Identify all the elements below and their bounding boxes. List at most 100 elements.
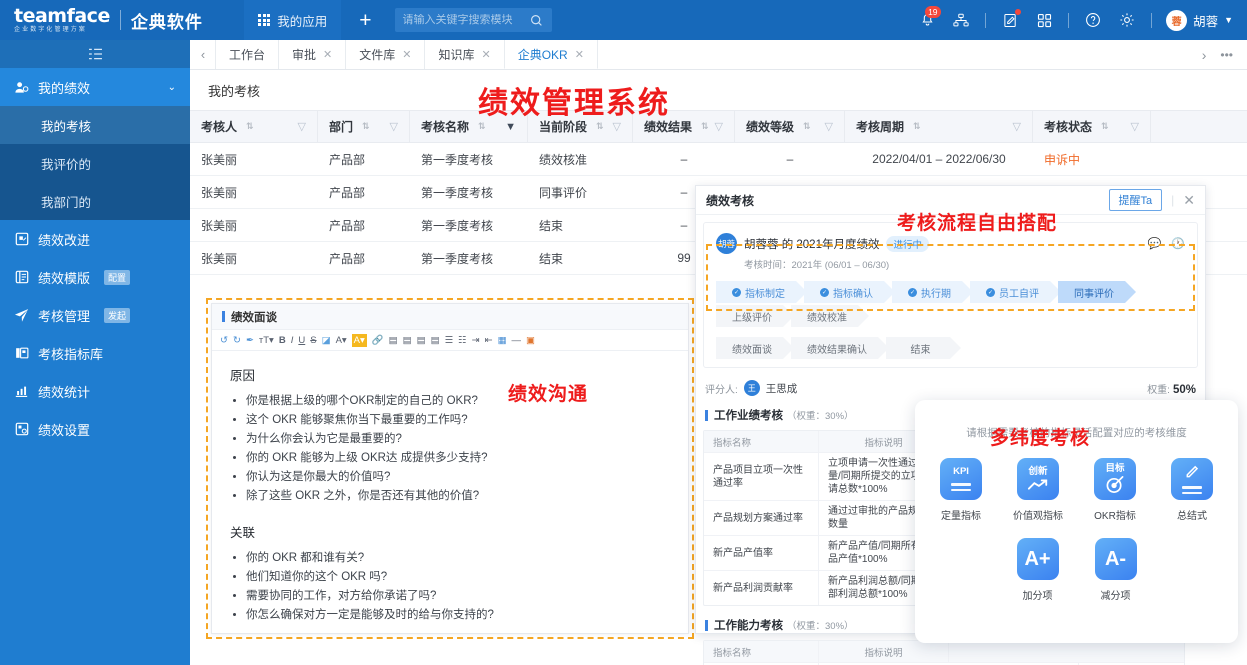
sidebar-item-performance-settings[interactable]: 绩效设置 [0, 410, 190, 448]
tab-file-library[interactable]: 文件库 ✕ [345, 40, 425, 69]
sidebar-item-performance-improvement[interactable]: 绩效改进 [0, 220, 190, 258]
tab-knowledge-base[interactable]: 知识库 ✕ [424, 40, 504, 69]
step-calibration[interactable]: 绩效校准 [791, 305, 858, 327]
column-header-department[interactable]: 部门 ⇅ ▽ [318, 111, 410, 142]
sidebar-tag-config[interactable]: 配置 [104, 270, 130, 285]
add-app-button[interactable]: + [341, 10, 389, 31]
sort-icon[interactable]: ⇅ [478, 121, 486, 132]
dimension-bonus[interactable]: A+ 加分项 [1012, 538, 1064, 602]
close-icon[interactable]: ✕ [1183, 192, 1195, 209]
editor-toolbar[interactable]: ↺ ↻ ✒ ᴛT▾ B I U S ◪ A▾ A▾ 🔗 ▤ ▤ ▤ ▤ ☰ ☷ … [212, 330, 688, 351]
format-painter-icon[interactable]: ✒ [246, 334, 254, 347]
sidebar-group-my-performance[interactable]: 我的绩效 ⌄ [0, 68, 190, 106]
step-self-evaluation[interactable]: ✓员工自评 [970, 281, 1050, 303]
dimension-quantitative[interactable]: KPI 定量指标 [935, 458, 987, 522]
sort-icon[interactable]: ⇅ [1101, 121, 1109, 132]
redo-icon[interactable]: ↻ [233, 334, 241, 347]
step-result-confirm[interactable]: 绩效结果确认 [791, 337, 878, 359]
comment-icon[interactable]: 💬 [1148, 237, 1162, 250]
step-indicator-confirm[interactable]: ✓指标确认 [804, 281, 884, 303]
strikethrough-icon[interactable]: S [310, 334, 316, 347]
justify-icon[interactable]: ▤ [431, 334, 440, 347]
image-icon[interactable]: ▦ [498, 334, 507, 347]
column-header-grade[interactable]: 绩效等级 ⇅ ▽ [735, 111, 845, 142]
align-center-icon[interactable]: ▤ [403, 334, 412, 347]
sort-icon[interactable]: ⇅ [701, 121, 709, 132]
sidebar-item-performance-template[interactable]: 绩效模版 配置 [0, 258, 190, 296]
hr-icon[interactable]: — [512, 334, 522, 347]
ordered-list-icon[interactable]: ☰ [445, 334, 454, 347]
column-header-status[interactable]: 考核状态 ⇅ ▽ [1033, 111, 1151, 142]
sidebar-tag-launch[interactable]: 发起 [104, 308, 130, 323]
search-input[interactable] [402, 14, 530, 26]
tabs-more-button[interactable]: ••• [1220, 48, 1233, 62]
sidebar-item-my-department[interactable]: 我部门的 [0, 182, 190, 220]
user-menu[interactable]: 蓉 胡蓉 ▼ [1166, 10, 1233, 31]
filter-icon[interactable]: ▽ [715, 120, 723, 133]
align-right-icon[interactable]: ▤ [417, 334, 426, 347]
sort-icon[interactable]: ⇅ [913, 121, 921, 132]
outdent-icon[interactable]: ⇤ [485, 334, 493, 347]
close-icon[interactable]: ✕ [402, 48, 411, 61]
align-left-icon[interactable]: ▤ [389, 334, 398, 347]
tab-workbench[interactable]: 工作台 [215, 40, 279, 69]
column-header-period[interactable]: 考核周期 ⇅ ▽ [845, 111, 1033, 142]
apps-grid-button[interactable] [1034, 10, 1054, 30]
filter-icon[interactable]: ▽ [1013, 120, 1021, 133]
step-execution-period[interactable]: ✓执行期 [892, 281, 962, 303]
close-icon[interactable]: ✕ [482, 48, 491, 61]
step-indicator-setting[interactable]: ✓指标制定 [716, 281, 796, 303]
column-header-person[interactable]: 考核人 ⇅ ▽ [190, 111, 318, 142]
highlight-icon[interactable]: A▾ [352, 334, 367, 347]
step-manager-evaluation[interactable]: 上级评价 [716, 305, 783, 327]
dimension-values[interactable]: 创新 价值观指标 [1012, 458, 1064, 522]
filter-icon[interactable]: ▽ [825, 120, 833, 133]
editor-body[interactable]: 原因 你是根据上级的哪个OKR制定的自己的 OKR? 这个 OKR 能够聚焦你当… [212, 351, 688, 647]
eraser-icon[interactable]: ◪ [322, 334, 331, 347]
sidebar-item-indicator-library[interactable]: 考核指标库 [0, 334, 190, 372]
compose-button[interactable] [1000, 10, 1020, 30]
tab-qidian-okr[interactable]: 企典OKR ✕ [504, 40, 598, 69]
step-end[interactable]: 结束 [886, 337, 950, 359]
history-icon[interactable]: 🕐 [1171, 237, 1185, 250]
dimension-summary[interactable]: 总结式 [1166, 458, 1218, 522]
tabs-scroll-left-button[interactable]: ‹ [190, 40, 216, 69]
dimension-okr[interactable]: 目标 OKR指标 [1089, 458, 1141, 522]
sort-icon[interactable]: ⇅ [362, 121, 370, 132]
table-row[interactable]: 张美丽 产品部 第一季度考核 绩效核准 – – 2022/04/01 – 202… [190, 143, 1247, 176]
font-size-icon[interactable]: ᴛT▾ [259, 334, 274, 347]
filter-icon[interactable]: ▽ [1131, 120, 1139, 133]
italic-icon[interactable]: I [291, 334, 294, 347]
filter-icon[interactable]: ▽ [390, 120, 398, 133]
undo-icon[interactable]: ↺ [220, 334, 228, 347]
filter-icon[interactable]: ▼ [505, 121, 516, 133]
tab-approval[interactable]: 审批 ✕ [278, 40, 346, 69]
sidebar-item-assessment-management[interactable]: 考核管理 发起 [0, 296, 190, 334]
search-box[interactable] [395, 8, 552, 32]
close-icon[interactable]: ✕ [575, 48, 584, 61]
step-peer-evaluation[interactable]: 同事评价 [1058, 281, 1125, 303]
step-interview[interactable]: 绩效面谈 [716, 337, 783, 359]
underline-icon[interactable]: U [298, 334, 305, 347]
sidebar-collapse-button[interactable] [0, 40, 190, 68]
table-icon[interactable]: ▣ [526, 334, 535, 347]
sidebar-item-my-assessment[interactable]: 我的考核 [0, 106, 190, 144]
bullet-list-icon[interactable]: ☷ [458, 334, 467, 347]
indent-icon[interactable]: ⇥ [472, 334, 480, 347]
sort-icon[interactable]: ⇅ [803, 121, 811, 132]
my-apps-button[interactable]: 我的应用 [244, 0, 341, 40]
font-color-icon[interactable]: A▾ [336, 334, 347, 347]
close-icon[interactable]: ✕ [323, 48, 332, 61]
remind-button[interactable]: 提醒Ta [1109, 189, 1163, 211]
tabs-scroll-right-button[interactable]: › [1202, 47, 1207, 63]
link-icon[interactable]: 🔗 [372, 334, 384, 347]
sidebar-item-i-evaluated[interactable]: 我评价的 [0, 144, 190, 182]
dimension-penalty[interactable]: A- 减分项 [1090, 538, 1142, 602]
settings-button[interactable] [1117, 10, 1137, 30]
sidebar-item-performance-statistics[interactable]: 绩效统计 [0, 372, 190, 410]
notifications-button[interactable]: 19 [917, 10, 937, 30]
sort-icon[interactable]: ⇅ [246, 121, 254, 132]
org-chart-button[interactable] [951, 10, 971, 30]
help-button[interactable] [1083, 10, 1103, 30]
sort-icon[interactable]: ⇅ [596, 121, 604, 132]
